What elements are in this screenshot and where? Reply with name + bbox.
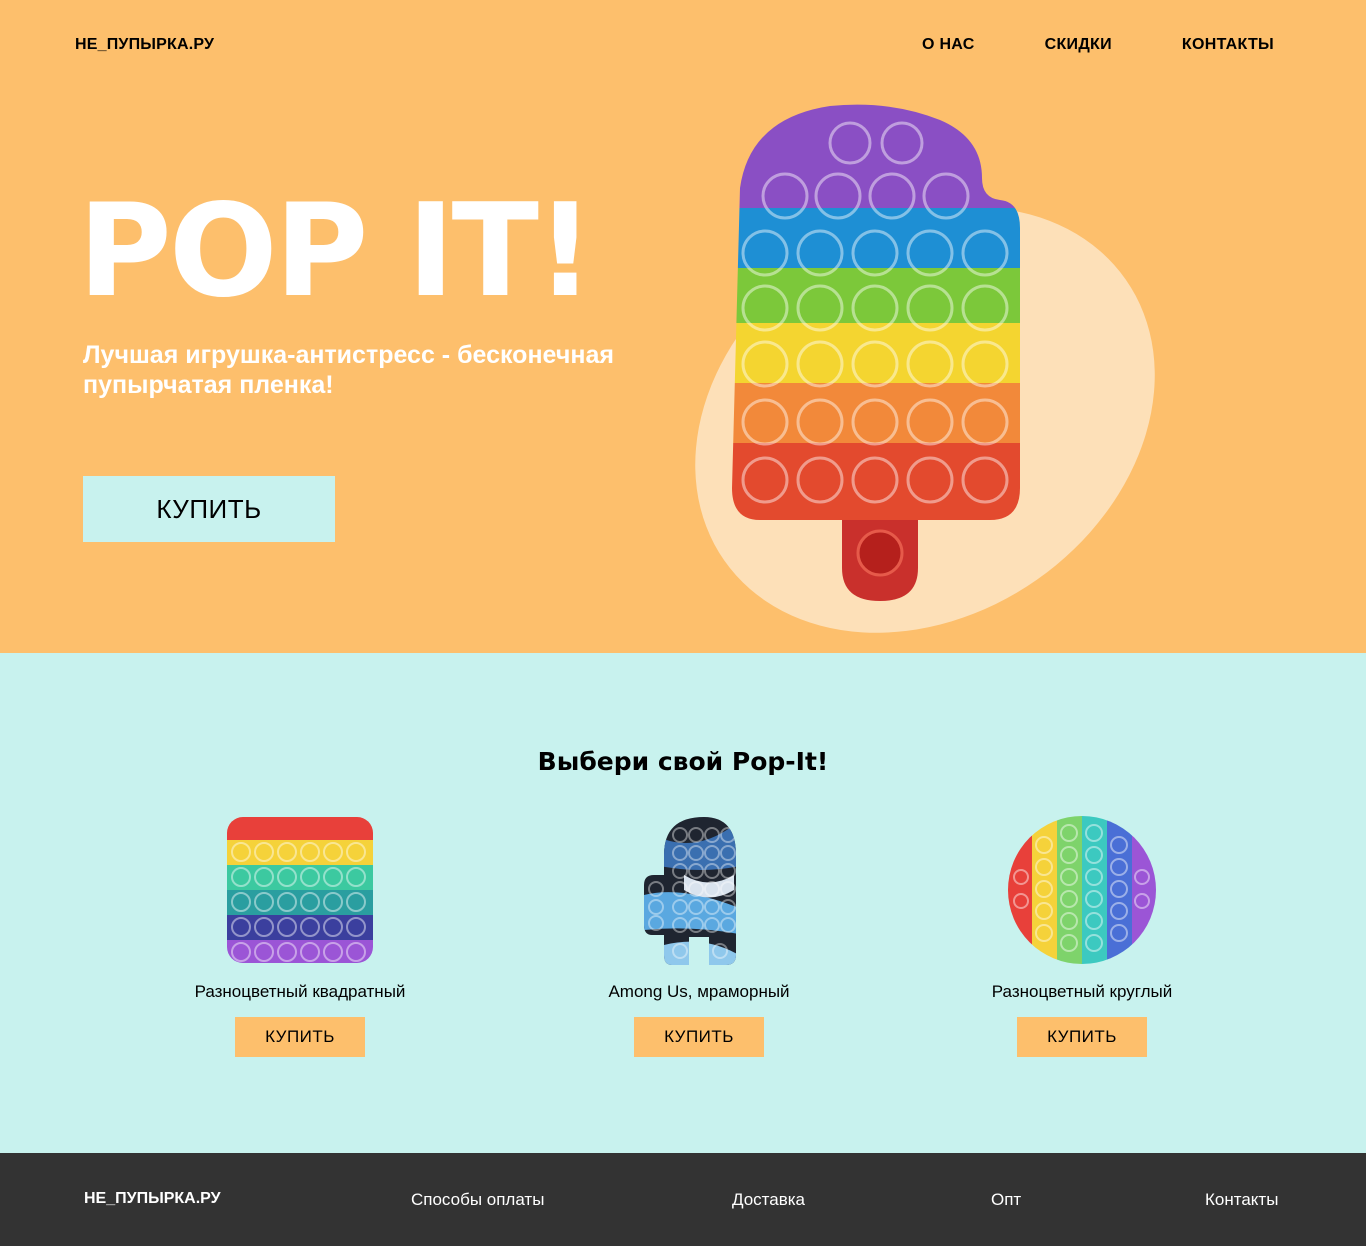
footer-logo[interactable]: НЕ_ПУПЫРКА.РУ — [84, 1190, 221, 1208]
footer-link-delivery[interactable]: Доставка — [732, 1190, 805, 1210]
among-us-popit-image — [644, 817, 736, 965]
catalog-section: Выбери свой Pop-It! Разноцветный квадрат… — [0, 653, 1366, 1153]
popsicle-popit-image — [732, 104, 1020, 601]
product-card-among-us: Among Us, мраморный КУПИТЬ — [549, 815, 849, 1057]
nav-item-discounts[interactable]: СКИДКИ — [1045, 36, 1112, 54]
product-name: Among Us, мраморный — [608, 982, 790, 1001]
product-buy-button[interactable]: КУПИТЬ — [1017, 1017, 1147, 1057]
hero-buy-button[interactable]: КУПИТЬ — [83, 476, 335, 542]
round-popit-image — [1008, 816, 1156, 964]
product-card-round: Разноцветный круглый КУПИТЬ — [932, 815, 1232, 1057]
footer-link-contacts[interactable]: Контакты — [1205, 1190, 1278, 1210]
product-buy-button[interactable]: КУПИТЬ — [235, 1017, 365, 1057]
square-popit-image — [227, 817, 373, 963]
site-footer: НЕ_ПУПЫРКА.РУ Способы оплаты Доставка Оп… — [0, 1153, 1366, 1246]
main-nav: О НАС СКИДКИ КОНТАКТЫ — [852, 36, 1274, 54]
product-card-square: Разноцветный квадратный КУПИТЬ — [150, 815, 450, 1057]
footer-link-payment[interactable]: Способы оплаты — [411, 1190, 544, 1210]
catalog-title: Выбери свой Pop-It! — [537, 747, 829, 776]
hero-title: POP IT! — [78, 177, 594, 326]
footer-link-wholesale[interactable]: Опт — [991, 1190, 1021, 1210]
product-buy-button[interactable]: КУПИТЬ — [634, 1017, 764, 1057]
product-name: Разноцветный квадратный — [194, 982, 406, 1001]
site-logo[interactable]: НЕ_ПУПЫРКА.РУ — [75, 36, 214, 54]
hero-subtitle: Лучшая игрушка-антистресс - бесконечная … — [83, 341, 614, 399]
hero-blob-decoration — [695, 207, 1155, 633]
nav-item-about[interactable]: О НАС — [922, 36, 975, 54]
nav-item-contacts[interactable]: КОНТАКТЫ — [1182, 36, 1274, 54]
hero-section: НЕ_ПУПЫРКА.РУ О НАС СКИДКИ КОНТАКТЫ POP … — [0, 0, 1366, 653]
product-name: Разноцветный круглый — [991, 982, 1173, 1001]
